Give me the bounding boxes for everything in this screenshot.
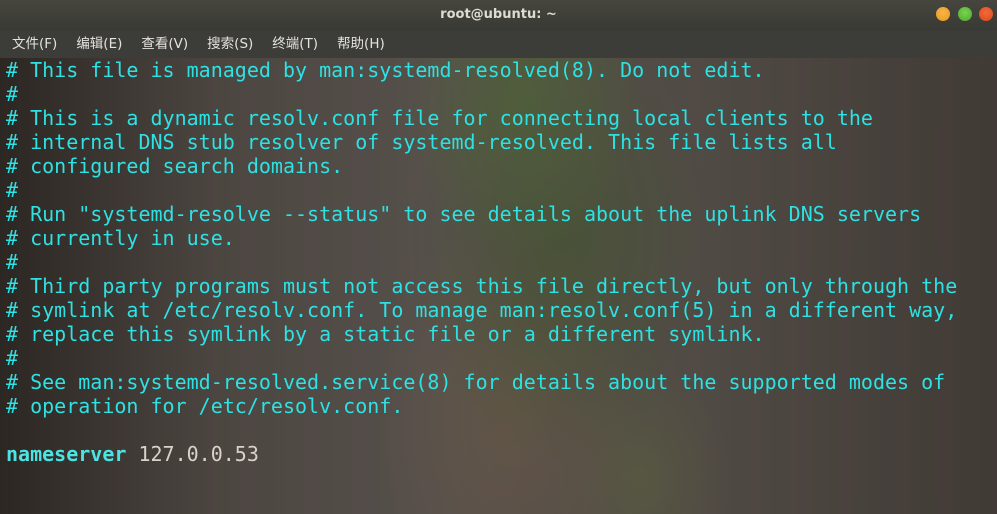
nameserver-keyword: nameserver [6, 442, 127, 466]
output-line: # See man:systemd-resolved.service(8) fo… [6, 370, 946, 394]
menu-edit[interactable]: 编辑(E) [68, 30, 130, 58]
minimize-button[interactable] [936, 7, 950, 21]
nameserver-line: nameserver 127.0.0.53 [6, 442, 957, 466]
output-line: # Third party programs must not access t… [6, 274, 958, 298]
output-line: # Run "systemd-resolve --status" to see … [6, 202, 922, 226]
output-line: # configured search domains. [6, 154, 344, 178]
menu-bar: 文件(F) 编辑(E) 查看(V) 搜索(S) 终端(T) 帮助(H) [0, 30, 997, 58]
title-bar[interactable]: root@ubuntu: ~ [0, 0, 997, 30]
output-line: # currently in use. [6, 226, 235, 250]
output-line: # operation for /etc/resolv.conf. [6, 394, 404, 418]
maximize-button[interactable] [958, 7, 972, 21]
terminal-body[interactable]: # This file is managed by man:systemd-re… [0, 58, 997, 514]
menu-help[interactable]: 帮助(H) [329, 30, 393, 58]
close-button[interactable] [979, 7, 993, 21]
terminal-output: # This file is managed by man:systemd-re… [6, 58, 957, 466]
nameserver-value: 127.0.0.53 [138, 442, 259, 466]
output-line: # replace this symlink by a static file … [6, 322, 765, 346]
output-line: # This is a dynamic resolv.conf file for… [6, 106, 873, 130]
output-line: # This file is managed by man:systemd-re… [6, 58, 765, 82]
output-line: # [6, 82, 19, 106]
menu-search[interactable]: 搜索(S) [199, 30, 261, 58]
menu-file[interactable]: 文件(F) [4, 30, 65, 58]
menu-terminal[interactable]: 终端(T) [264, 30, 326, 58]
menu-view[interactable]: 查看(V) [133, 30, 196, 58]
terminal-window: root@ubuntu: ~ 文件(F) 编辑(E) 查看(V) 搜索(S) 终… [0, 0, 997, 514]
output-line: # [6, 250, 19, 274]
output-line: # [6, 178, 19, 202]
window-title: root@ubuntu: ~ [440, 7, 557, 22]
output-line: # symlink at /etc/resolv.conf. To manage… [6, 298, 958, 322]
output-line: # [6, 346, 19, 370]
output-line: # internal DNS stub resolver of systemd-… [6, 130, 837, 154]
